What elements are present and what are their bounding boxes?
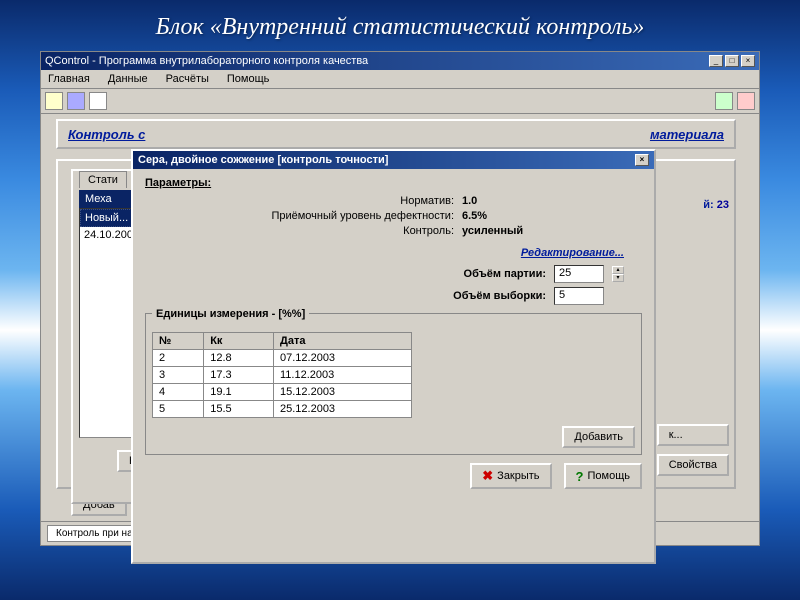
save-icon[interactable]: [67, 92, 85, 110]
param2-value: 6.5%: [462, 210, 642, 222]
param1-value: 1.0: [462, 195, 642, 207]
close-button[interactable]: ✖Закрыть: [470, 463, 551, 489]
col-date: Дата: [274, 333, 412, 350]
col-num: №: [153, 333, 204, 350]
list-tab[interactable]: Стати: [79, 171, 127, 188]
menu-calc[interactable]: Расчёты: [163, 72, 212, 86]
add-row-button[interactable]: Добавить: [562, 426, 635, 448]
menubar: Главная Данные Расчёты Помощь: [41, 70, 759, 89]
units-group: Единицы измерения - [%%] № Кк Дата 212.8…: [145, 313, 642, 455]
menu-main[interactable]: Главная: [45, 72, 93, 86]
table-row[interactable]: 212.807.12.2003: [153, 350, 412, 367]
param1-label: Норматив:: [145, 195, 462, 207]
modal-title-text: Сера, двойное сожжение [контроль точност…: [138, 154, 388, 166]
edit-link[interactable]: Редактирование...: [145, 247, 624, 259]
sample-input[interactable]: 5: [554, 287, 604, 305]
modal-dialog: Сера, двойное сожжение [контроль точност…: [131, 149, 656, 564]
titlebar: QControl - Программа внутрилабораторного…: [41, 52, 759, 70]
right-info: й: 23: [703, 199, 729, 211]
data-table: № Кк Дата 212.807.12.2003 317.311.12.200…: [152, 332, 412, 418]
menu-help[interactable]: Помощь: [224, 72, 273, 86]
maximize-icon[interactable]: □: [725, 55, 739, 67]
toolbar: [41, 89, 759, 114]
slide-title: Блок «Внутренний статистический контроль…: [0, 0, 800, 51]
header-link-right[interactable]: материала: [650, 127, 724, 142]
table-row[interactable]: 317.311.12.2003: [153, 367, 412, 384]
right-button-k[interactable]: к...: [657, 424, 729, 446]
modal-titlebar: Сера, двойное сожжение [контроль точност…: [133, 151, 654, 169]
header-panel: Контроль с материала: [56, 119, 736, 149]
print-icon[interactable]: [89, 92, 107, 110]
content-area: Контроль с материала й: 23 к... Свойства…: [41, 114, 759, 534]
spinner-up-icon[interactable]: ▴: [612, 266, 624, 274]
header-link-left[interactable]: Контроль с: [68, 127, 145, 142]
param3-label: Контроль:: [145, 225, 462, 237]
open-icon[interactable]: [45, 92, 63, 110]
minimize-icon[interactable]: _: [709, 55, 723, 67]
batch-input[interactable]: 25: [554, 265, 604, 283]
batch-label: Объём партии:: [464, 268, 546, 280]
app-title: QControl - Программа внутрилабораторного…: [45, 55, 368, 67]
properties-button[interactable]: Свойства: [657, 454, 729, 476]
tool-icon-2[interactable]: [737, 92, 755, 110]
table-row[interactable]: 515.525.12.2003: [153, 401, 412, 418]
menu-data[interactable]: Данные: [105, 72, 151, 86]
x-icon: ✖: [482, 468, 493, 484]
col-kk: Кк: [204, 333, 274, 350]
app-window: QControl - Программа внутрилабораторного…: [40, 51, 760, 546]
help-button[interactable]: ?Помощь: [564, 463, 642, 489]
param2-label: Приёмочный уровень дефектности:: [145, 210, 462, 222]
table-row[interactable]: 419.115.12.2003: [153, 384, 412, 401]
param3-value: усиленный: [462, 225, 642, 237]
sample-label: Объём выборки:: [453, 290, 546, 302]
question-icon: ?: [576, 469, 584, 484]
spinner-down-icon[interactable]: ▾: [612, 274, 624, 282]
units-group-title: Единицы измерения - [%%]: [152, 308, 309, 320]
params-heading: Параметры:: [145, 177, 642, 189]
close-icon[interactable]: ×: [741, 55, 755, 67]
tool-icon-1[interactable]: [715, 92, 733, 110]
modal-close-icon[interactable]: ×: [635, 154, 649, 166]
